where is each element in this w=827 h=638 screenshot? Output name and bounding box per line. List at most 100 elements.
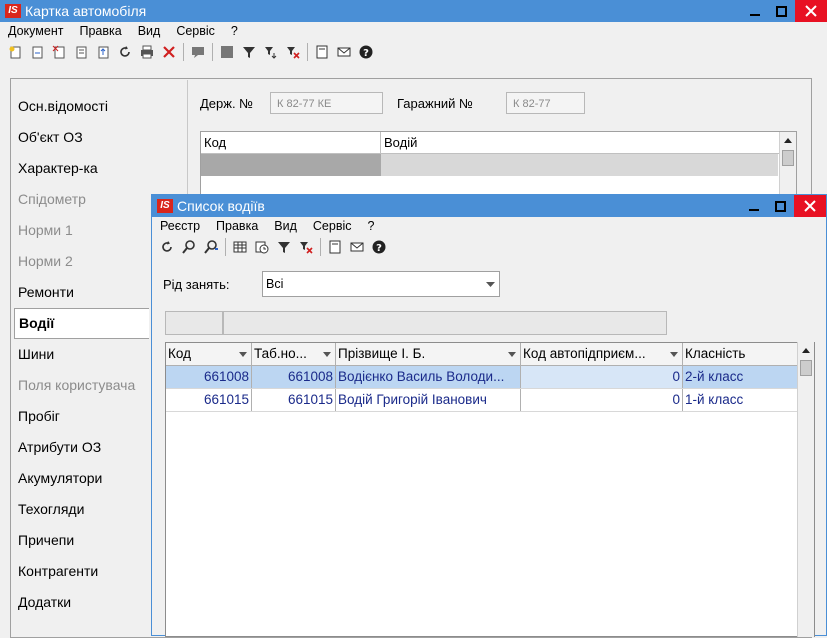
sidebar-item-asset-attributes[interactable]: Атрибути ОЗ: [14, 432, 174, 463]
garage-number-field: К 82-77: [506, 92, 585, 114]
toolbar-separator: [307, 43, 308, 61]
filter-icon[interactable]: [238, 41, 260, 63]
menu-document[interactable]: Документ: [0, 24, 71, 38]
minimize-button[interactable]: [741, 0, 768, 22]
menu-edit[interactable]: Правка: [208, 219, 266, 233]
main-menubar: Документ Правка Вид Сервіс ?: [0, 22, 827, 40]
document-icon[interactable]: [311, 41, 333, 63]
column-header-label: Таб.но...: [254, 346, 307, 361]
refresh-icon[interactable]: [156, 236, 178, 258]
drivers-grid: Код Водій: [200, 131, 797, 201]
column-header-tab-number[interactable]: Таб.но...: [252, 343, 336, 365]
cell-surname: Водієнко Василь Володи...: [336, 366, 521, 388]
sidebar-item-tires[interactable]: Шини: [14, 339, 174, 370]
vertical-scrollbar[interactable]: [779, 132, 796, 200]
delete-icon[interactable]: [158, 41, 180, 63]
panel-divider: [187, 80, 188, 200]
menu-service[interactable]: Сервіс: [305, 219, 360, 233]
delete-doc-icon[interactable]: [48, 41, 70, 63]
column-header-enterprise-code[interactable]: Код автопідприєм...: [521, 343, 683, 365]
column-header-class[interactable]: Класність: [683, 343, 798, 365]
sort-arrow-icon: [508, 352, 516, 357]
svg-text:?: ?: [363, 48, 369, 59]
print-icon[interactable]: [136, 41, 158, 63]
menu-help[interactable]: ?: [360, 219, 383, 233]
sidebar-item-main-info[interactable]: Осн.відомості: [14, 91, 174, 122]
refresh-icon[interactable]: [114, 41, 136, 63]
scroll-thumb[interactable]: [800, 360, 812, 376]
vertical-scrollbar[interactable]: [797, 342, 814, 637]
clear-filter-icon[interactable]: [282, 41, 304, 63]
state-number-label: Держ. №: [200, 96, 254, 111]
close-button[interactable]: [794, 195, 826, 217]
column-header-driver[interactable]: Водій: [381, 132, 778, 153]
comment-icon[interactable]: [187, 41, 209, 63]
sidebar-item-trailers[interactable]: Причепи: [14, 525, 174, 556]
menu-registry[interactable]: Реєстр: [152, 219, 208, 233]
search-next-icon[interactable]: [200, 236, 222, 258]
help-icon[interactable]: ?: [355, 41, 377, 63]
occupation-select[interactable]: Всі: [262, 271, 500, 297]
menu-help[interactable]: ?: [223, 24, 246, 38]
table-row[interactable]: 661015 661015 Водій Григорій Іванович 0 …: [166, 389, 814, 412]
table-row[interactable]: [201, 154, 796, 176]
cell-surname: Водій Григорій Іванович: [336, 389, 521, 411]
menu-service[interactable]: Сервіс: [168, 24, 223, 38]
cell-code: 661008: [166, 366, 252, 388]
column-header-label: Код: [168, 346, 191, 361]
clear-filter-icon[interactable]: [295, 236, 317, 258]
window-title: Картка автомобіля: [25, 3, 147, 19]
sidebar-item-repairs[interactable]: Ремонти: [14, 277, 174, 308]
scroll-up-icon[interactable]: [780, 132, 796, 148]
new-doc-icon[interactable]: [4, 41, 26, 63]
help-icon[interactable]: ?: [368, 236, 390, 258]
menu-view[interactable]: Вид: [130, 24, 169, 38]
edit-doc-icon[interactable]: [70, 41, 92, 63]
main-title-bar[interactable]: IS Картка автомобіля: [0, 0, 827, 22]
column-header-code[interactable]: Код: [201, 132, 381, 153]
sidebar-item-user-fields: Поля користувача: [18, 377, 136, 393]
maximize-button[interactable]: [768, 0, 795, 22]
search-icon[interactable]: [178, 236, 200, 258]
sidebar-item-drivers[interactable]: Водії: [14, 308, 149, 339]
maximize-button[interactable]: [767, 195, 794, 217]
document-icon[interactable]: [324, 236, 346, 258]
table-icon[interactable]: [229, 236, 251, 258]
dialog-title-bar[interactable]: IS Список водіїв: [152, 195, 826, 217]
sidebar-item-fixed-asset[interactable]: Об'єкт ОЗ: [14, 122, 174, 153]
dialog-toolbar: ?: [152, 235, 826, 259]
minimize-button[interactable]: [740, 195, 767, 217]
toolbar-separator: [225, 238, 226, 256]
menu-view[interactable]: Вид: [266, 219, 305, 233]
filter-icon[interactable]: [273, 236, 295, 258]
close-button[interactable]: [795, 0, 827, 22]
scroll-thumb[interactable]: [782, 150, 794, 166]
svg-text:?: ?: [376, 243, 382, 254]
history-icon[interactable]: [251, 236, 273, 258]
table-row[interactable]: 661008 661008 Водієнко Василь Володи... …: [166, 366, 814, 389]
menu-edit[interactable]: Правка: [71, 24, 129, 38]
garage-number-label: Гаражний №: [397, 96, 473, 111]
cell-enterprise-code: 0: [521, 366, 683, 388]
mail-icon[interactable]: [346, 236, 368, 258]
sidebar-item-counterparties[interactable]: Контрагенти: [14, 556, 174, 587]
chevron-down-icon: [486, 282, 495, 287]
sidebar-item-norms-1: Норми 1: [18, 222, 73, 238]
copy-doc-icon[interactable]: [26, 41, 48, 63]
sidebar-item-attachments[interactable]: Додатки: [14, 587, 174, 618]
sidebar-item-batteries[interactable]: Акумулятори: [14, 463, 174, 494]
drivers-grid-header: Код Водій: [201, 132, 796, 154]
mail-icon[interactable]: [333, 41, 355, 63]
column-header-code[interactable]: Код: [166, 343, 252, 365]
scroll-up-icon[interactable]: [798, 342, 814, 358]
sidebar-item-characteristics[interactable]: Характер-ка: [14, 153, 174, 184]
sort-icon[interactable]: [260, 41, 282, 63]
occupation-select-value: Всі: [266, 277, 284, 291]
grid-icon[interactable]: [216, 41, 238, 63]
export-doc-icon[interactable]: [92, 41, 114, 63]
occupation-label: Рід занять:: [163, 277, 230, 292]
toolbar-separator: [183, 43, 184, 61]
sidebar-item-inspections[interactable]: Техогляди: [14, 494, 174, 525]
sidebar-item-mileage[interactable]: Пробіг: [14, 401, 174, 432]
column-header-surname[interactable]: Прізвище І. Б.: [336, 343, 521, 365]
